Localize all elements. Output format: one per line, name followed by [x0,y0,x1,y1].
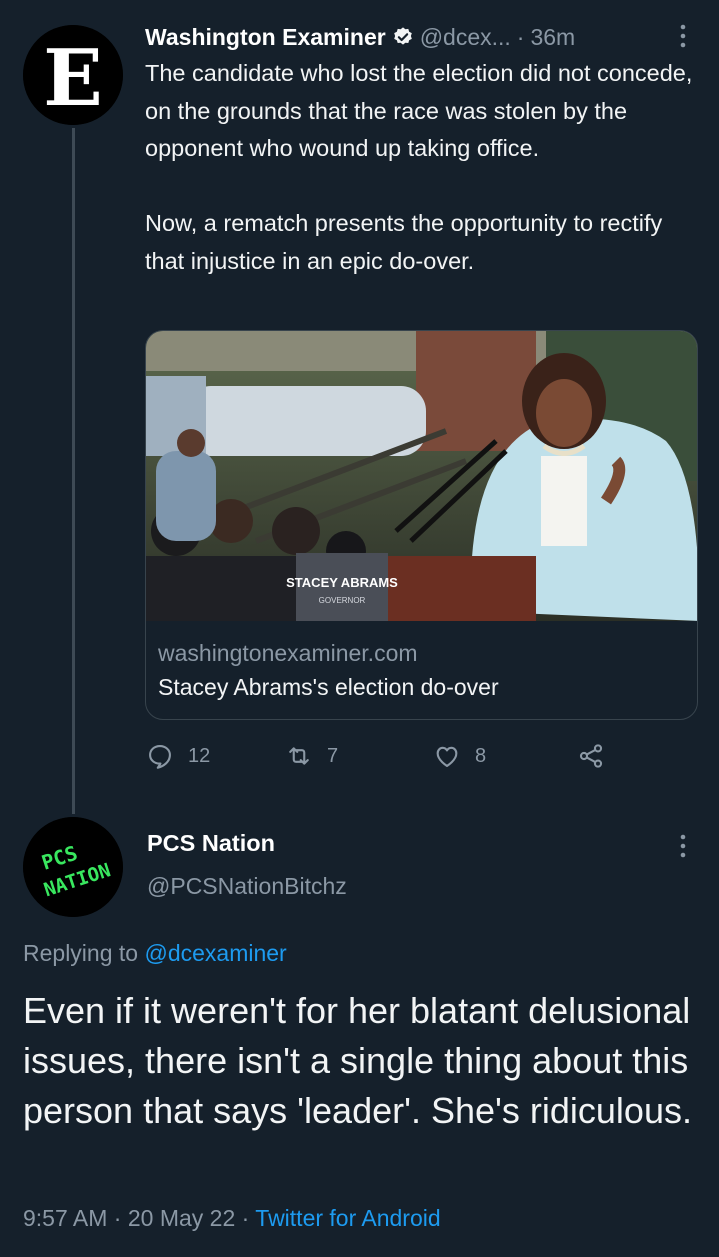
share-button[interactable] [577,738,619,774]
retweet-icon [289,747,309,765]
svg-text:STACEY ABRAMS: STACEY ABRAMS [286,575,398,590]
reply-time: 9:57 AM [23,1205,108,1231]
separator-dot: · [516,23,525,50]
like-icon [436,746,458,767]
pcs-nation-logo-icon: PCS NATION [23,817,123,917]
tweet-meta: 9:57 AM · 20 May 22 · Twitter for Androi… [23,1205,441,1232]
tweet-text: The candidate who lost the election did … [145,60,693,274]
replying-prefix: Replying to [23,940,139,966]
washington-examiner-logo-icon: E [23,25,123,125]
like-count: 8 [475,744,487,767]
pcs-nation-avatar[interactable]: PCS NATION [23,817,123,917]
thread-connector-line [72,128,75,814]
reply-author-handle[interactable]: @PCSNationBitchz [147,873,347,900]
reply-text: Even if it weren't for her blatant delus… [23,990,692,1131]
svg-text:E: E [43,33,102,124]
reply-button[interactable]: 12 [146,738,210,774]
svg-text:GOVERNOR: GOVERNOR [319,596,366,605]
card-title[interactable]: Stacey Abrams's election do-over [158,674,499,701]
share-icon [579,744,603,768]
reply-count: 12 [188,744,211,767]
separator-dot: · [241,1205,250,1231]
card-domain[interactable]: washingtonexaminer.com [158,640,418,667]
author-handle[interactable]: @dcex... [420,24,511,51]
client-link[interactable]: Twitter for Android [255,1205,440,1231]
tweet-header: Washington Examiner @dcex... · 36m [145,20,700,54]
separator-dot: · [113,1205,122,1231]
verified-icon [393,27,412,45]
reply-author-name[interactable]: PCS Nation [147,830,275,857]
reply-date: 20 May 22 [127,1205,236,1231]
tweet-time[interactable]: 36m [530,24,575,51]
author-name[interactable]: Washington Examiner [145,24,386,51]
more-icon[interactable] [676,832,690,860]
article-image: STACEY ABRAMS GOVERNOR [146,331,697,621]
replying-to: Replying to @dcexaminer [23,940,287,967]
washington-examiner-avatar[interactable]: E [23,25,123,125]
retweet-count: 7 [327,744,339,767]
replying-to-link[interactable]: @dcexaminer [144,940,286,966]
retweet-button[interactable]: 7 [285,738,338,774]
reply-icon [149,745,171,769]
like-button[interactable]: 8 [433,738,486,774]
more-icon[interactable] [676,22,690,50]
